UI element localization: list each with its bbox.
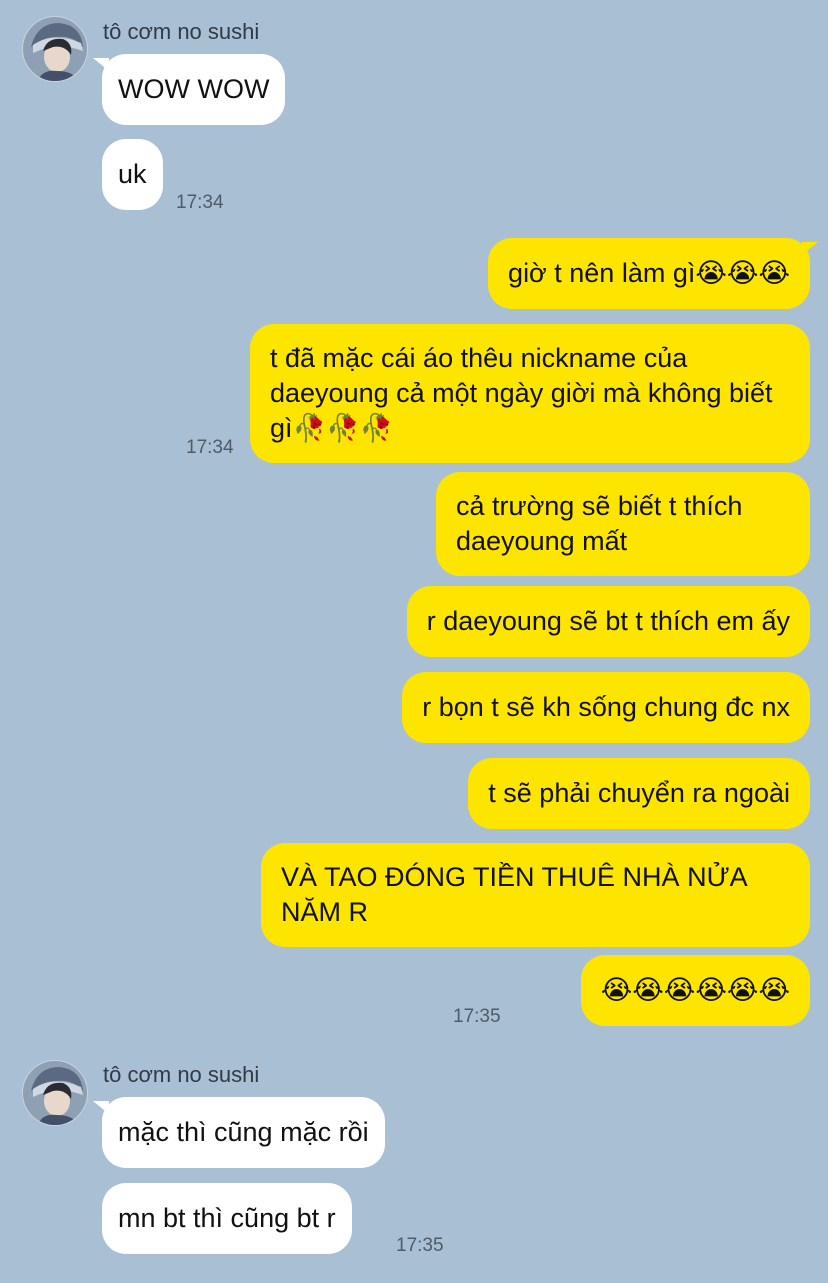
message-text: mặc thì cũng mặc rồi: [118, 1117, 369, 1147]
message-bubble-incoming[interactable]: uk: [102, 139, 163, 210]
message-bubble-outgoing[interactable]: cả trường sẽ biết t thích daeyoung mất: [436, 472, 810, 576]
message-bubble-outgoing[interactable]: giờ t nên làm gì😭😭😭: [488, 238, 810, 309]
contact-avatar[interactable]: [22, 1060, 88, 1126]
message-bubble-outgoing[interactable]: t sẽ phải chuyển ra ngoài: [468, 758, 810, 829]
message-bubble-incoming[interactable]: WOW WOW: [102, 54, 286, 125]
message-bubble-incoming[interactable]: mn bt thì cũng bt r: [102, 1183, 352, 1254]
message-text: giờ t nên làm gì😭😭😭: [508, 258, 790, 288]
message-text: t đã mặc cái áo thêu nickname của daeyou…: [270, 343, 773, 443]
message-bubble-incoming[interactable]: mặc thì cũng mặc rồi: [102, 1097, 385, 1168]
message-text: uk: [118, 159, 147, 189]
message-text: cả trường sẽ biết t thích daeyoung mất: [456, 491, 743, 556]
message-timestamp: 17:35: [396, 1235, 444, 1256]
avatar-icon: [23, 1061, 87, 1125]
message-text: 😭😭😭😭😭😭: [600, 975, 790, 1005]
message-text: t sẽ phải chuyển ra ngoài: [488, 778, 790, 808]
message-bubble-outgoing[interactable]: 😭😭😭😭😭😭: [580, 955, 810, 1026]
sender-name: tô cơm no sushi: [103, 1062, 260, 1087]
message-timestamp: 17:34: [176, 192, 224, 213]
message-timestamp: 17:34: [186, 437, 234, 458]
message-bubble-outgoing[interactable]: t đã mặc cái áo thêu nickname của daeyou…: [250, 324, 810, 463]
message-bubble-outgoing[interactable]: r daeyoung sẽ bt t thích em ấy: [406, 586, 810, 657]
sender-name: tô cơm no sushi: [103, 19, 260, 44]
message-bubble-outgoing[interactable]: VÀ TAO ĐÓNG TIỀN THUÊ NHÀ NỬA NĂM R: [261, 843, 810, 947]
message-bubble-outgoing[interactable]: r bọn t sẽ kh sống chung đc nx: [402, 672, 810, 743]
message-text: WOW WOW: [118, 74, 270, 104]
message-text: r daeyoung sẽ bt t thích em ấy: [426, 606, 790, 636]
message-text: VÀ TAO ĐÓNG TIỀN THUÊ NHÀ NỬA NĂM R: [281, 862, 747, 927]
message-text: r bọn t sẽ kh sống chung đc nx: [422, 692, 790, 722]
message-text: mn bt thì cũng bt r: [118, 1203, 336, 1233]
message-timestamp: 17:35: [453, 1006, 501, 1027]
contact-avatar[interactable]: [22, 16, 88, 82]
avatar-icon: [23, 17, 87, 81]
